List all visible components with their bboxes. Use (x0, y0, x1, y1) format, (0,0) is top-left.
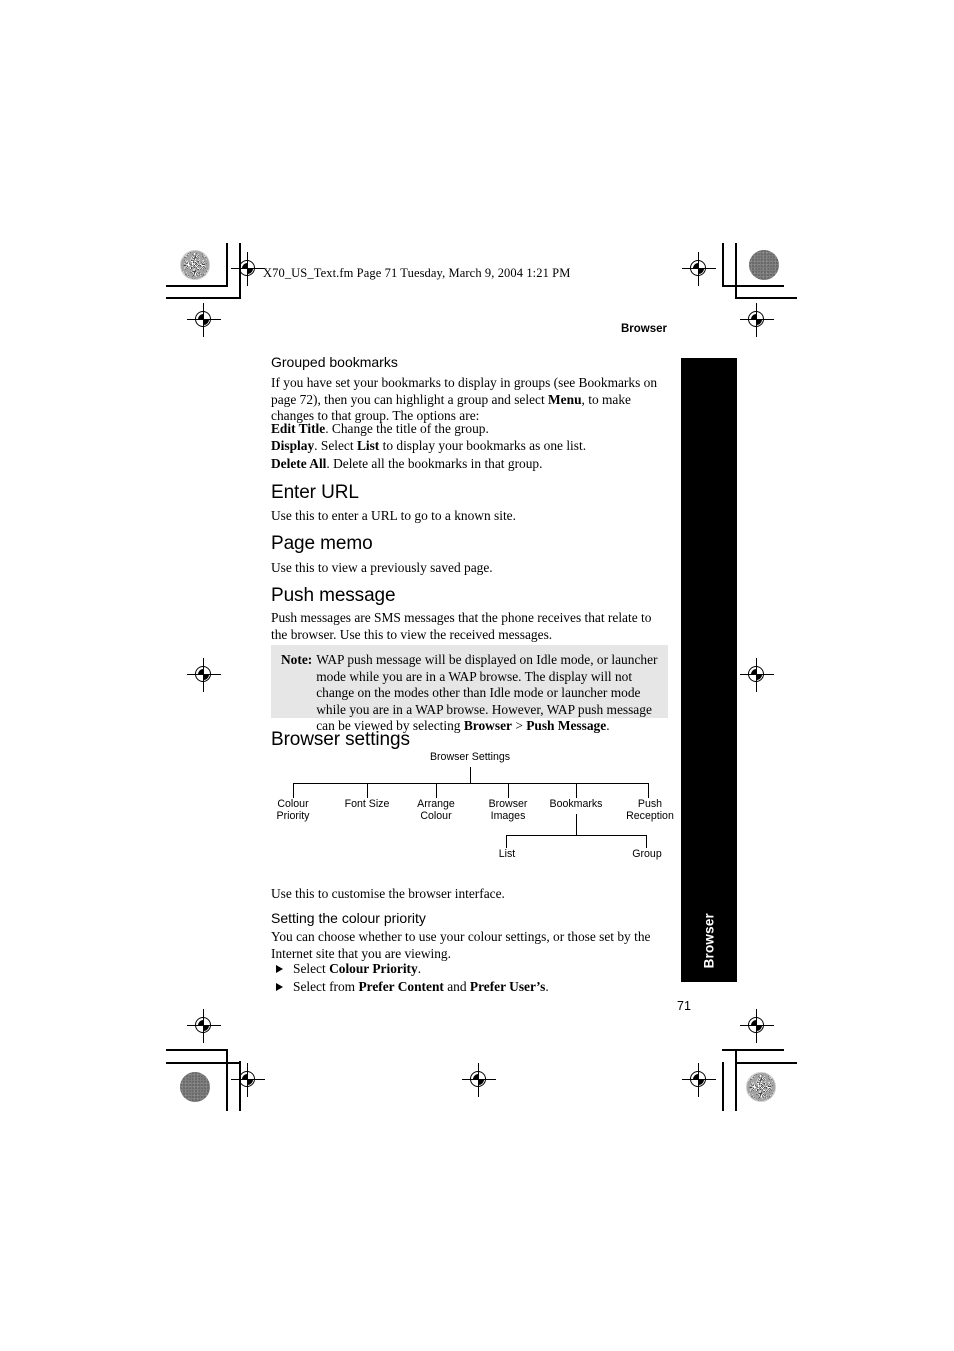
crop-mark-top-left-h2 (166, 297, 240, 299)
crop-mark-bottom-right-v2 (735, 1049, 737, 1111)
registration-target-left-middle (187, 658, 221, 692)
note-label: Note: (281, 652, 313, 667)
bullet-item-select-colour-priority: Select Colour Priority. (271, 961, 668, 978)
term-display: Display (271, 438, 315, 453)
registration-target-bottom-center (462, 1063, 496, 1097)
crop-mark-top-right-v2 (735, 243, 737, 299)
tree-node-list: List (498, 848, 516, 860)
tree-drop-font-size (367, 783, 369, 798)
registration-target-top-right (682, 252, 716, 286)
definition-display: Display. Select List to display your boo… (271, 438, 668, 455)
definition-delete-all: Delete All. Delete all the bookmarks in … (271, 456, 668, 473)
definition-delete-all-text: . Delete all the bookmarks in that group… (326, 456, 543, 471)
tree-drop-colour-priority (293, 783, 295, 798)
definition-display-text-b: to display your bookmarks as one list. (379, 438, 587, 453)
crop-mark-bottom-right-h1 (722, 1049, 784, 1051)
paragraph-push-message: Push messages are SMS messages that the … (271, 610, 652, 642)
note-box: Note: WAP push message will be displayed… (271, 645, 668, 733)
crop-mark-top-left-v1 (226, 243, 228, 287)
tree-drop-list (506, 835, 508, 848)
tree-node-browser-images: Browser Images (488, 798, 528, 822)
tree-stem-bookmarks-subtree (576, 814, 578, 836)
heading-page-memo: Page memo (271, 533, 373, 554)
tree-drop-browser-images (508, 783, 510, 798)
bullet-2-bold-prefer-content: Prefer Content (358, 978, 444, 994)
browser-settings-tree-diagram: Browser Settings Colour Priority Font Si… (271, 748, 674, 870)
definition-display-emph-list: List (356, 438, 380, 453)
crop-mark-bottom-left-h2 (166, 1062, 240, 1064)
tree-stem-root (470, 767, 472, 784)
registration-target-right-middle (740, 658, 774, 692)
bullet-item-select-prefer: Select from Prefer Content and Prefer Us… (271, 979, 668, 996)
crop-mark-bottom-right-h2 (735, 1062, 797, 1064)
paragraph-colour-priority: You can choose whether to use your colou… (271, 929, 651, 961)
crop-mark-top-left-h1 (166, 285, 228, 287)
registration-burst-bottom-right (746, 1072, 776, 1102)
registration-burst-top-left (180, 250, 210, 280)
tree-drop-push-reception (648, 783, 650, 798)
tree-node-bookmarks: Bookmarks (549, 798, 603, 810)
registration-target-top-left (231, 252, 265, 286)
registration-target-left-lower (187, 1009, 221, 1043)
thumb-tab-browser: Browser (681, 358, 737, 982)
bullet-2-bold-prefer-users: Prefer User’s (469, 978, 546, 994)
heading-push-message: Push message (271, 585, 396, 606)
thumb-tab-label: Browser (701, 912, 717, 968)
tree-node-root: Browser Settings (429, 751, 511, 763)
paragraph-grouped-bookmarks-intro: If you have set your bookmarks to displa… (271, 375, 668, 425)
bullet-list-colour-priority: Select Colour Priority. Select from Pref… (271, 961, 668, 995)
bullet-2-lead: Select from (293, 978, 359, 994)
paragraph-page-memo: Use this to view a previously saved page… (271, 560, 493, 575)
bullet-1-tail: . (417, 961, 422, 976)
tree-drop-arrange-colour (436, 783, 438, 798)
crop-mark-top-right-h1 (722, 285, 784, 287)
registration-dot-bottom-left (180, 1072, 210, 1102)
tree-node-colour-priority: Colour Priority (276, 798, 310, 822)
tree-node-font-size: Font Size (344, 798, 390, 810)
crop-mark-bottom-left-v1 (226, 1049, 228, 1111)
tree-bus-bookmarks-subtree (506, 835, 647, 837)
definition-display-text-a: . Select (314, 438, 357, 453)
registration-dot-top-right (749, 250, 779, 280)
tree-drop-bookmarks (576, 783, 578, 798)
intro-bold-menu: Menu (548, 391, 582, 407)
registration-target-bottom-right (682, 1063, 716, 1097)
tree-drop-group (646, 835, 648, 848)
crop-mark-top-right-v1 (722, 243, 724, 287)
bullet-1-bold-colour-priority: Colour Priority (329, 961, 418, 976)
crop-mark-bottom-right-v1 (722, 1062, 724, 1111)
definition-edit-title: Edit Title. Change the title of the grou… (271, 421, 668, 438)
registration-target-right-upper (740, 303, 774, 337)
file-stamp: X70_US_Text.fm Page 71 Tuesday, March 9,… (263, 266, 571, 280)
registration-target-right-lower (740, 1009, 774, 1043)
crop-mark-top-right-h2 (735, 297, 797, 299)
tree-bus-horizontal (293, 783, 649, 785)
term-delete-all: Delete All (271, 456, 327, 471)
tree-node-arrange-colour: Arrange Colour (417, 798, 455, 822)
triangle-bullet-icon (276, 965, 283, 973)
running-head: Browser (621, 323, 668, 335)
note-text: WAP push message will be displayed on Id… (316, 652, 658, 735)
paragraph-browser-settings: Use this to customise the browser interf… (271, 886, 505, 901)
heading-setting-colour-priority: Setting the colour priority (271, 910, 426, 926)
crop-mark-bottom-left-h1 (166, 1049, 228, 1051)
page-number: 71 (677, 999, 691, 1013)
paragraph-enter-url: Use this to enter a URL to go to a known… (271, 508, 516, 523)
definition-edit-title-text: . Change the title of the group. (325, 421, 489, 436)
bullet-2-mid: and (443, 978, 470, 994)
registration-target-bottom-left (231, 1063, 265, 1097)
heading-enter-url: Enter URL (271, 482, 359, 503)
triangle-bullet-icon (276, 982, 283, 991)
term-edit-title: Edit Title (271, 421, 326, 436)
tree-node-group: Group (632, 848, 662, 860)
tree-node-push-reception: Push Reception (626, 798, 674, 822)
registration-target-left-upper (187, 303, 221, 337)
heading-grouped-bookmarks: Grouped bookmarks (271, 354, 398, 370)
bullet-2-tail: . (545, 978, 549, 994)
bullet-1-lead: Select (293, 961, 330, 976)
